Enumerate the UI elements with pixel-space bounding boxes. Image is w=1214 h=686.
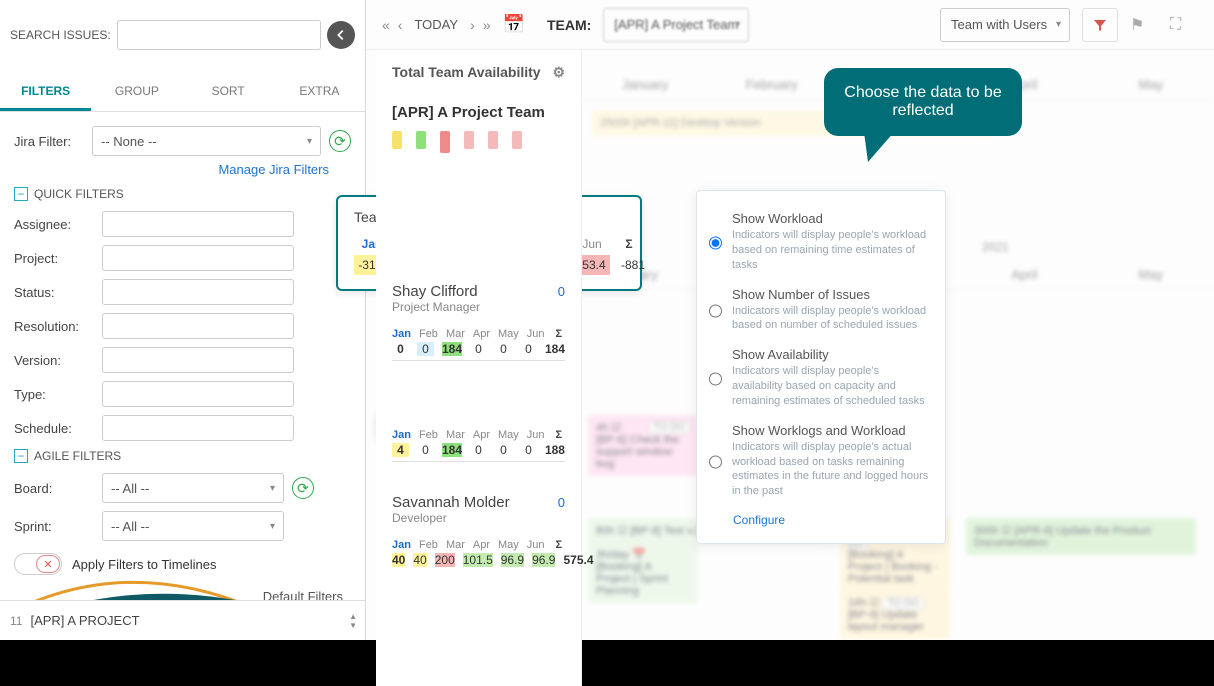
person-role: Developer	[392, 511, 565, 525]
search-issues-label: SEARCH ISSUES:	[10, 28, 111, 42]
hint-text: Choose the data to be reflected	[844, 84, 1001, 119]
radio-desc: Indicators will display people's workloa…	[732, 304, 932, 334]
person-name: Shay Clifford	[392, 283, 478, 300]
person-role: Project Manager	[392, 300, 565, 314]
team-name: [APR] A Project Team	[392, 104, 565, 121]
radio-show-availability[interactable]	[709, 349, 722, 409]
spinner-arrows-icon[interactable]: ▲▼	[349, 612, 357, 630]
status-input[interactable]	[102, 279, 294, 305]
board-label: Board:	[14, 481, 94, 496]
top-toolbar: « ‹ TODAY › » 📅 TEAM: [APR] A Project Te…	[366, 0, 1214, 50]
radio-label: Show Availability	[732, 347, 932, 362]
refresh-icon[interactable]: ⟳	[292, 477, 314, 499]
project-name: [APR] A PROJECT	[30, 613, 139, 628]
project-count: 11	[10, 614, 22, 628]
nav-last-icon[interactable]: »	[483, 17, 491, 33]
refresh-icon[interactable]: ⟳	[329, 130, 351, 152]
data-mode-menu: Show Workload Indicators will display pe…	[696, 190, 946, 544]
person-name: Savannah Molder	[392, 494, 510, 511]
gear-icon[interactable]: ⚙	[552, 64, 565, 81]
version-label: Version:	[14, 353, 94, 368]
tab-extra[interactable]: EXTRA	[274, 74, 365, 111]
sidebar-tabs: FILTERS GROUP SORT EXTRA	[0, 74, 365, 112]
tab-filters[interactable]: FILTERS	[0, 74, 91, 111]
quick-filters-title: QUICK FILTERS	[34, 187, 124, 201]
calendar-icon[interactable]: 📅	[503, 14, 525, 35]
radio-label: Show Worklogs and Workload	[732, 423, 932, 438]
radio-label: Show Workload	[732, 211, 932, 226]
availability-panel: Total Team Availability ⚙ [APR] A Projec…	[376, 50, 582, 686]
collapse-icon[interactable]: −	[14, 187, 28, 201]
mode-select[interactable]: Team with Users	[940, 8, 1070, 42]
schedule-label: Schedule:	[14, 421, 94, 436]
schedule-input[interactable]	[102, 415, 294, 441]
apply-filters-label: Apply Filters to Timelines	[72, 557, 217, 572]
hint-bubble: Choose the data to be reflected	[824, 68, 1022, 136]
radio-show-workload[interactable]	[709, 213, 722, 273]
sprint-select[interactable]: -- All --	[102, 511, 284, 541]
type-label: Type:	[14, 387, 94, 402]
project-footer[interactable]: 11 [APR] A PROJECT ▲▼	[0, 600, 365, 640]
filter-icon-button[interactable]	[1082, 8, 1118, 42]
person-count: 0	[558, 284, 565, 299]
assignee-input[interactable]	[102, 211, 294, 237]
back-button[interactable]	[327, 21, 355, 49]
jira-filter-label: Jira Filter:	[14, 134, 84, 149]
assignee-label: Assignee:	[14, 217, 94, 232]
project-label: Project:	[14, 251, 94, 266]
collapse-icon[interactable]: −	[14, 449, 28, 463]
sprint-label: Sprint:	[14, 519, 94, 534]
team-bars	[392, 131, 565, 153]
tab-sort[interactable]: SORT	[183, 74, 274, 111]
configure-link[interactable]: Configure	[733, 513, 933, 527]
manage-jira-filters-link[interactable]: Manage Jira Filters	[14, 162, 329, 177]
expand-icon[interactable]: ⛶	[1170, 16, 1198, 34]
team-label: TEAM:	[547, 17, 591, 33]
radio-desc: Indicators will display people's availab…	[732, 364, 932, 409]
flag-icon[interactable]: ⚑	[1130, 15, 1158, 35]
project-input[interactable]	[102, 245, 294, 271]
status-label: Status:	[14, 285, 94, 300]
resolution-label: Resolution:	[14, 319, 94, 334]
availability-title: Total Team Availability	[392, 64, 541, 80]
nav-next-icon[interactable]: ›	[470, 17, 475, 33]
bottom-bar	[0, 640, 1214, 686]
version-input[interactable]	[102, 347, 294, 373]
person-item: Shay Clifford 0 Project Manager JanFebMa…	[376, 273, 581, 466]
resolution-input[interactable]	[102, 313, 294, 339]
nav-prev-icon[interactable]: ‹	[398, 17, 403, 33]
board-select[interactable]: -- All --	[102, 473, 284, 503]
radio-desc: Indicators will display people's workloa…	[732, 228, 932, 273]
radio-show-worklogs[interactable]	[709, 425, 722, 499]
type-input[interactable]	[102, 381, 294, 407]
team-select[interactable]: [APR] A Project Team	[603, 8, 749, 42]
jira-filter-select[interactable]: -- None --	[92, 126, 321, 156]
nav-first-icon[interactable]: «	[382, 17, 390, 33]
apply-filters-toggle[interactable]: ✕	[14, 553, 62, 575]
person-item: Savannah Molder 0 Developer JanFebMarApr…	[376, 484, 581, 575]
agile-filters-title: AGILE FILTERS	[34, 449, 121, 463]
radio-label: Show Number of Issues	[732, 287, 932, 302]
filters-sidebar: SEARCH ISSUES: FILTERS GROUP SORT EXTRA …	[0, 0, 366, 640]
tab-group[interactable]: GROUP	[91, 74, 182, 111]
radio-desc: Indicators will display people's actual …	[732, 440, 932, 499]
person-count: 0	[558, 495, 565, 510]
search-issues-input[interactable]	[117, 20, 321, 50]
radio-show-issues[interactable]	[709, 289, 722, 334]
today-button[interactable]: TODAY	[414, 17, 458, 32]
